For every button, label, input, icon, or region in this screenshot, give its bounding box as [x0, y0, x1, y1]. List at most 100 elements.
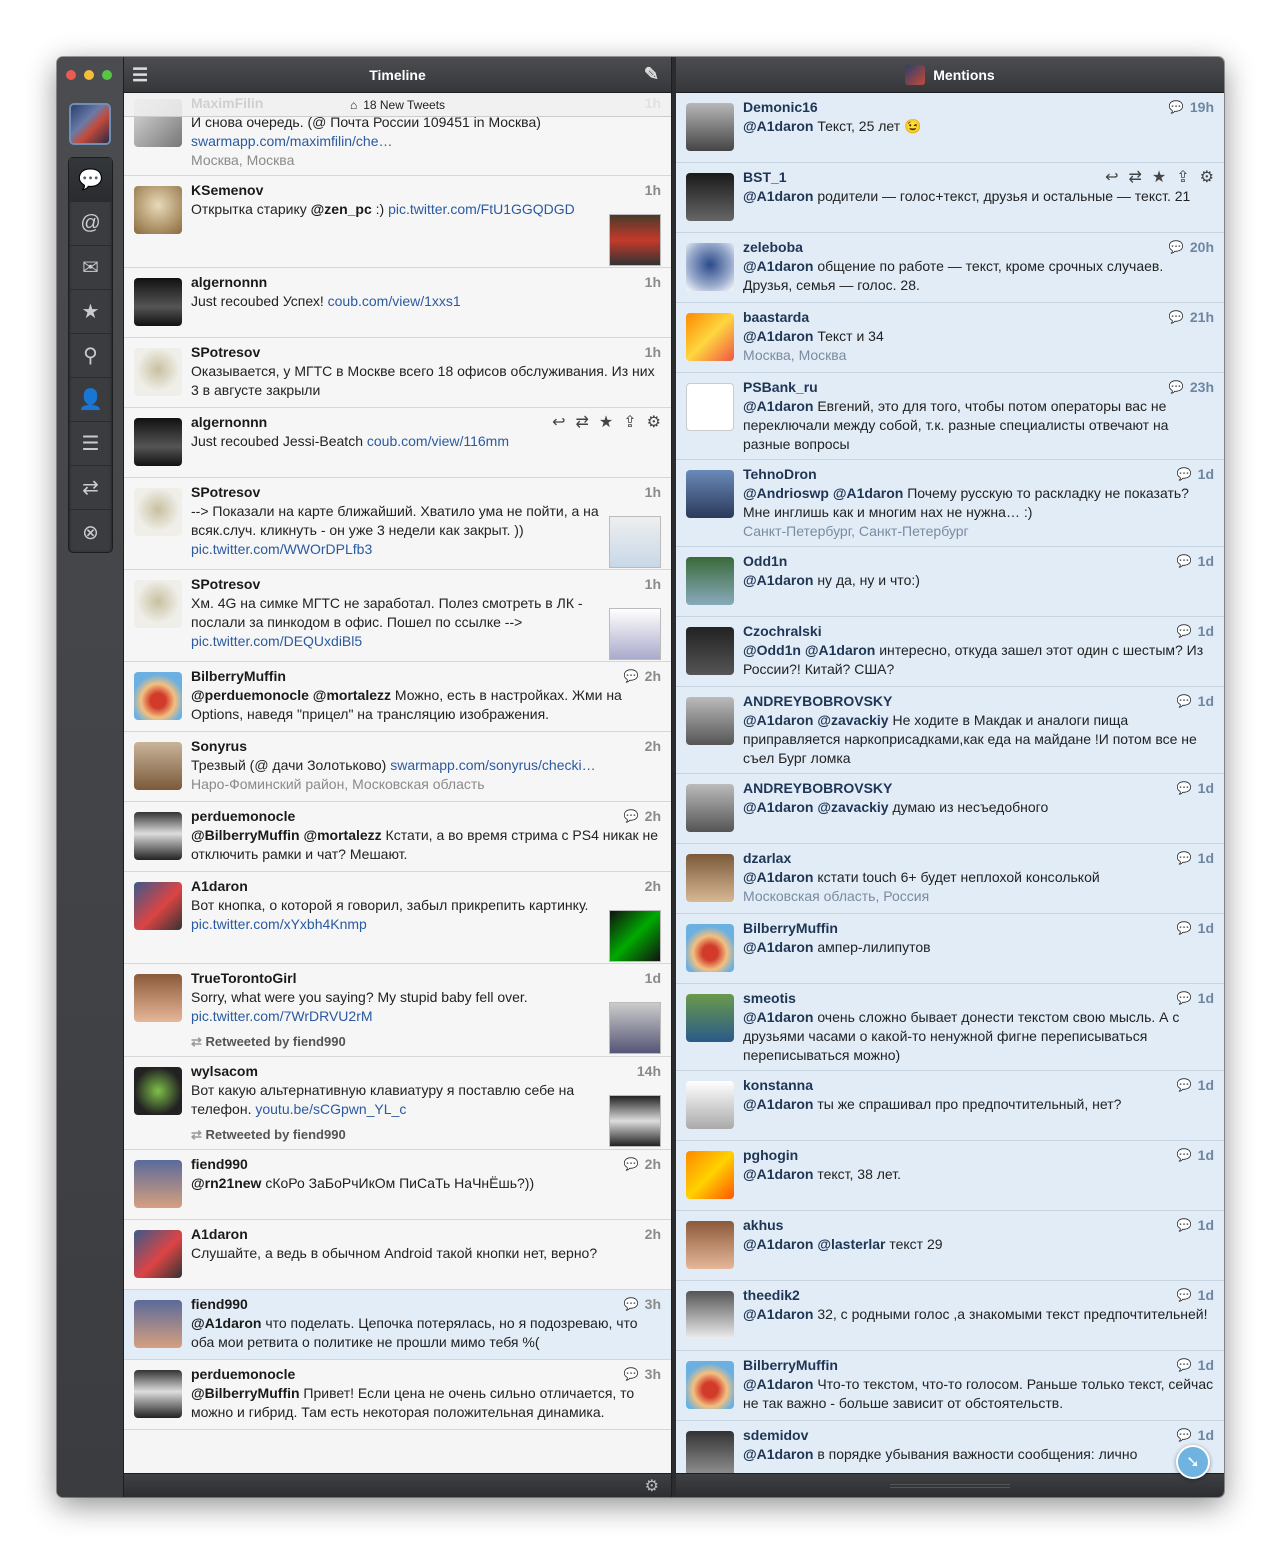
sidebar-item-lists[interactable]: ☰: [69, 422, 112, 466]
conversation-icon[interactable]: 💬: [1177, 1356, 1192, 1375]
conversation-icon[interactable]: 💬: [1177, 989, 1192, 1008]
sidebar-item-messages[interactable]: ✉: [69, 246, 112, 290]
tweet-time[interactable]: 💬 19h: [1169, 98, 1214, 117]
tweet-row[interactable]: zeleboba 💬 20h @A1daron общение по работе —…: [676, 233, 1224, 303]
tweet-time[interactable]: 💬 1d: [1177, 849, 1214, 868]
tweet-author[interactable]: zeleboba: [743, 238, 1214, 257]
tweet-row[interactable]: SPotresov 1h Оказывается, у МГТС в Москве …: [124, 338, 671, 408]
tweet-author[interactable]: fiend990: [191, 1155, 661, 1174]
close-window-button[interactable]: [66, 70, 76, 80]
tweet-author[interactable]: SPotresov: [191, 575, 599, 594]
tweet-time[interactable]: 💬 1d: [1177, 919, 1214, 938]
tweet-row[interactable]: pghogin 💬 1d @A1daron текст, 38 лет.: [676, 1141, 1224, 1211]
tweet-row[interactable]: Sonyrus 2h Трезвый (@ дачи Золотьково) swa…: [124, 732, 671, 802]
sidebar-item-search[interactable]: ⚲: [69, 334, 112, 378]
tweet-time[interactable]: 14h: [637, 1062, 661, 1081]
avatar[interactable]: [686, 1431, 734, 1473]
tweet-row[interactable]: smeotis 💬 1d @A1daron очень сложно бывает д…: [676, 984, 1224, 1071]
mention-link[interactable]: @A1daron: [743, 1446, 813, 1462]
tweet-location[interactable]: Москва, Москва: [743, 346, 1214, 365]
avatar[interactable]: [686, 173, 734, 221]
tweet-author[interactable]: wylsacom: [191, 1062, 599, 1081]
tweet-row[interactable]: algernonnn ↩ ⇄ ★ ⇪ ⚙ Just recoubed Jessi-Beatc…: [124, 408, 671, 478]
tweet-link[interactable]: pic.twitter.com/WWOrDPLfb3: [191, 541, 372, 557]
tweet-row[interactable]: SPotresov 1h --> Показали на карте ближайш…: [124, 478, 671, 570]
mention-link[interactable]: @A1daron: [743, 939, 813, 955]
tweet-time[interactable]: 💬 3h: [624, 1295, 661, 1314]
account-avatar[interactable]: [69, 103, 111, 145]
conversation-icon[interactable]: 💬: [1177, 465, 1192, 484]
tweet-time[interactable]: 💬 1d: [1177, 692, 1214, 711]
tweet-author[interactable]: Sonyrus: [191, 737, 661, 756]
tweet-link[interactable]: youtu.be/sCGpwn_YL_c: [255, 1101, 406, 1117]
tweet-time[interactable]: 1h: [645, 273, 661, 292]
avatar[interactable]: [686, 924, 734, 972]
tweet-author[interactable]: A1daron: [191, 877, 599, 896]
star-icon[interactable]: ★: [599, 413, 613, 432]
tweet-time[interactable]: 💬 2h: [624, 667, 661, 686]
tweet-time[interactable]: 1h: [645, 575, 661, 594]
conversation-icon[interactable]: 💬: [624, 1155, 639, 1174]
retweet-icon[interactable]: ⇄: [576, 413, 589, 432]
compose-icon[interactable]: ✎: [644, 64, 659, 85]
tweet-link[interactable]: swarmapp.com/sonyrus/checki…: [390, 757, 595, 773]
tweet-time[interactable]: 💬 1d: [1177, 1216, 1214, 1235]
conversation-icon[interactable]: 💬: [1177, 779, 1192, 798]
mention-link[interactable]: @A1daron: [743, 188, 813, 204]
avatar[interactable]: [134, 1370, 182, 1418]
conversation-icon[interactable]: 💬: [1177, 622, 1192, 641]
conversation-icon[interactable]: 💬: [1177, 919, 1192, 938]
tweet-author[interactable]: perduemonocle: [191, 1365, 661, 1384]
tweet-author[interactable]: pghogin: [743, 1146, 1214, 1165]
tweet-time[interactable]: 💬 1d: [1177, 1426, 1214, 1445]
avatar[interactable]: [686, 313, 734, 361]
tweet-link[interactable]: pic.twitter.com/xYxbh4Knmp: [191, 916, 367, 932]
avatar[interactable]: [134, 418, 182, 466]
tweet-row[interactable]: PSBank_ru 💬 23h @A1daron Евгений, это для т…: [676, 373, 1224, 460]
star-icon[interactable]: ★: [1152, 168, 1166, 187]
sidebar-item-timeline[interactable]: 💬: [69, 158, 112, 202]
resize-grip[interactable]: [890, 1484, 1010, 1488]
tweet-row[interactable]: Odd1n 💬 1d @A1daron ну да, ну и что:): [676, 547, 1224, 617]
sidebar-item-profile[interactable]: 👤: [69, 378, 112, 422]
media-thumbnail[interactable]: [609, 608, 661, 660]
tweet-author[interactable]: smeotis: [743, 989, 1214, 1008]
avatar[interactable]: [686, 103, 734, 151]
tweet-author[interactable]: dzarlax: [743, 849, 1214, 868]
tweet-row[interactable]: akhus 💬 1d @A1daron @lasterlar текст 29: [676, 1211, 1224, 1281]
avatar[interactable]: [686, 1221, 734, 1269]
avatar[interactable]: [134, 1067, 182, 1115]
avatar[interactable]: [686, 1081, 734, 1129]
avatar[interactable]: [686, 470, 734, 518]
mention-link[interactable]: @A1daron: [743, 1236, 813, 1252]
tweet-author[interactable]: BilberryMuffin: [191, 667, 661, 686]
tweet-link[interactable]: pic.twitter.com/DEQUxdiBl5: [191, 633, 362, 649]
gear-icon[interactable]: ⚙: [645, 1476, 659, 1496]
tweet-author[interactable]: SPotresov: [191, 343, 661, 362]
tweet-author[interactable]: sdemidov: [743, 1426, 1214, 1445]
tweet-time[interactable]: 💬 1d: [1177, 465, 1214, 484]
tweet-author[interactable]: A1daron: [191, 1225, 661, 1244]
avatar[interactable]: [686, 557, 734, 605]
tweet-author[interactable]: algernonnn: [191, 273, 661, 292]
tweet-author[interactable]: theedik2: [743, 1286, 1214, 1305]
tweet-author[interactable]: akhus: [743, 1216, 1214, 1235]
mention-link[interactable]: @lasterlar: [817, 1236, 885, 1252]
tweet-time[interactable]: 1h: [645, 483, 661, 502]
tweet-time[interactable]: 💬 1d: [1177, 1356, 1214, 1375]
tweet-time[interactable]: 💬 23h: [1169, 378, 1214, 397]
conversation-icon[interactable]: 💬: [624, 807, 639, 826]
mention-link[interactable]: @BilberryMuffin: [191, 1385, 300, 1401]
tweet-row[interactable]: SPotresov 1h Хм. 4G на симке МГТС не зараб…: [124, 570, 671, 662]
tweet-row[interactable]: TrueTorontoGirl 1d Sorry, what were you sa…: [124, 964, 671, 1057]
avatar[interactable]: [686, 383, 734, 431]
conversation-icon[interactable]: 💬: [1177, 552, 1192, 571]
mention-link[interactable]: @mortalezz: [313, 687, 391, 703]
tweet-time[interactable]: 💬 1d: [1177, 779, 1214, 798]
tweet-row[interactable]: BilberryMuffin 💬 1d @A1daron Что-то текстом…: [676, 1351, 1224, 1421]
tweet-link[interactable]: coub.com/view/1xxs1: [328, 293, 461, 309]
tweet-time[interactable]: 1d: [645, 969, 661, 988]
conversation-icon[interactable]: 💬: [1169, 308, 1184, 327]
mention-link[interactable]: @zavackiy: [817, 712, 888, 728]
avatar[interactable]: [134, 672, 182, 720]
